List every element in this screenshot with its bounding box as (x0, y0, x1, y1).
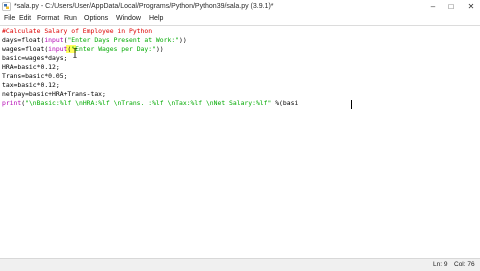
menu-options[interactable]: Options (84, 14, 108, 24)
code-text: )) (179, 36, 187, 44)
menu-run[interactable]: Run (64, 14, 77, 24)
python-file-icon (2, 2, 11, 11)
comment-text: #Calculate Salary of Employee in Python (2, 27, 153, 35)
title-bar: *sala.py - C:/Users/User/AppData/Local/P… (0, 0, 480, 14)
code-line-7: tax=basic*0.12; (2, 81, 60, 89)
text-cursor (351, 100, 352, 109)
string-literal: "Enter Days Present at Work:" (67, 36, 180, 44)
code-line-2: days=float(input("Enter Days Present at … (2, 36, 187, 44)
close-button[interactable]: ✕ (464, 0, 478, 13)
string-literal: "Enter Wages per Day:" (71, 45, 156, 53)
code-text: wages=float( (2, 45, 49, 53)
code-line-4: basic=wages*days; (2, 54, 68, 62)
status-bar: Ln: 9 Col: 76 (0, 258, 480, 271)
code-editor[interactable]: #Calculate Salary of Employee in Python … (0, 26, 480, 258)
code-line-8: netpay=basic+HRA+Trans-tax; (2, 90, 106, 98)
code-line-5: HRA=basic*0.12; (2, 63, 60, 71)
code-line-9: print("\nBasic:%lf \nHRA:%lf \nTrans. :%… (2, 99, 298, 107)
builtin-keyword: print (2, 99, 22, 107)
mouse-cursor-icon (73, 48, 77, 58)
menu-window[interactable]: Window (116, 14, 141, 24)
menu-format[interactable]: Format (37, 14, 59, 24)
menu-edit[interactable]: Edit (19, 14, 31, 24)
code-text: days=float( (2, 36, 45, 44)
code-line-1: #Calculate Salary of Employee in Python (2, 27, 152, 35)
menu-bar: File Edit Format Run Options Window Help (0, 13, 480, 26)
window-title: *sala.py - C:/Users/User/AppData/Local/P… (14, 3, 274, 10)
builtin-keyword: input (44, 36, 64, 44)
menu-file[interactable]: File (4, 14, 15, 24)
code-text: )) (155, 45, 164, 53)
code-text: %(basi (271, 99, 299, 107)
minimize-button[interactable]: – (426, 0, 440, 13)
column-number: Col: 76 (454, 261, 475, 268)
string-literal: "\nBasic:%lf \nHRA:%lf \nTrans. :%lf \nT… (25, 99, 272, 107)
code-line-6: Trans=basic*0.05; (2, 72, 68, 80)
code-line-3: wages=float(input("Enter Wages per Day:"… (2, 45, 164, 53)
builtin-keyword: input (48, 45, 68, 53)
menu-help[interactable]: Help (149, 14, 163, 24)
line-number: Ln: 9 (433, 261, 448, 268)
maximize-button[interactable]: □ (444, 0, 458, 13)
